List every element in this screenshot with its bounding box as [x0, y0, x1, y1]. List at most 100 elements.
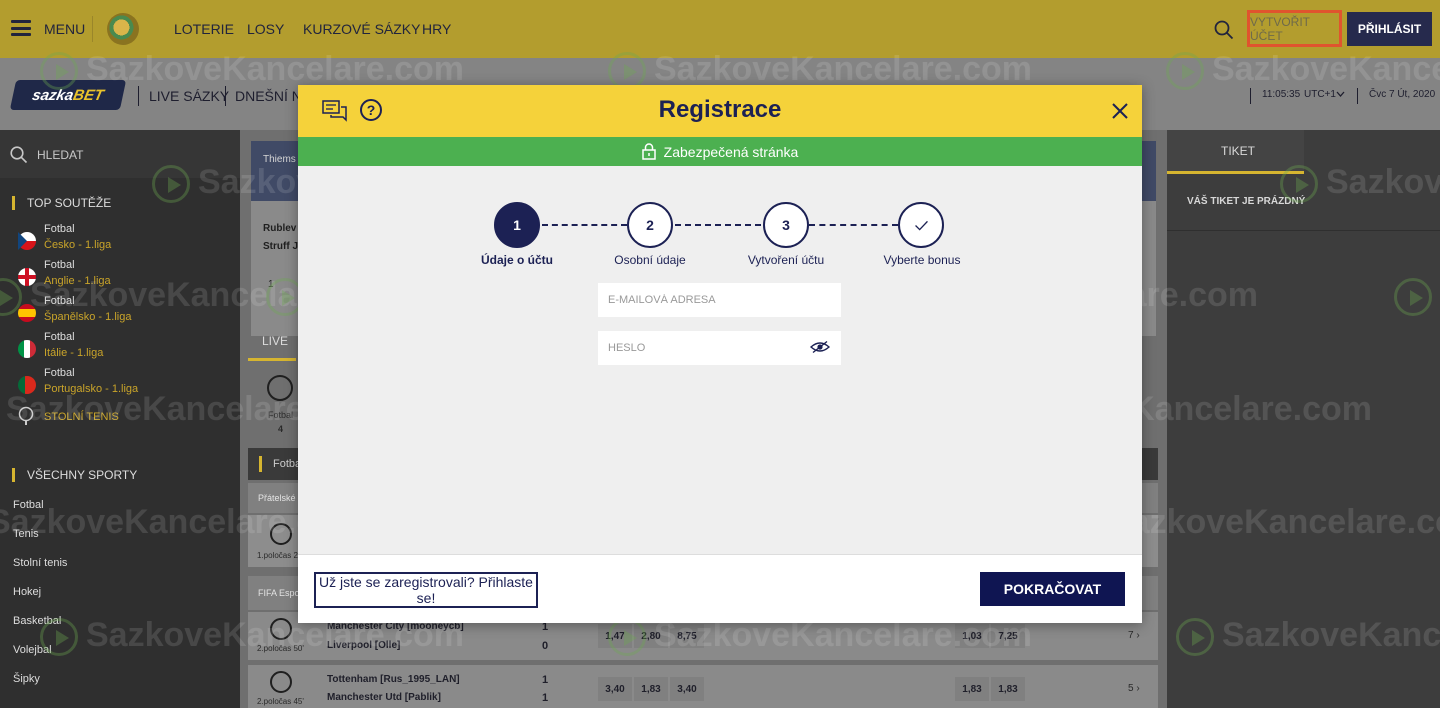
- odds-button[interactable]: 1,83: [991, 677, 1025, 701]
- more-markets-link[interactable]: 7 ›: [1128, 630, 1140, 641]
- sidebar: HLEDAT TOP SOUTĚŽE Fotbal Česko - 1.liga…: [0, 130, 240, 708]
- sazka-badge-logo-icon[interactable]: [107, 13, 139, 45]
- it-flag-icon: [18, 340, 36, 358]
- odds-button[interactable]: 8,75: [670, 624, 704, 648]
- sidebar-item-stolni-tenis[interactable]: STOLNÍ TENIS: [44, 411, 119, 423]
- logo-text-bet: BET: [71, 86, 106, 104]
- hamburger-menu-icon[interactable]: [11, 20, 31, 36]
- section-label: Fotba: [273, 458, 302, 470]
- timezone-select[interactable]: UTC+1: [1304, 89, 1336, 100]
- continue-button[interactable]: POKRAČOVAT: [980, 572, 1125, 606]
- modal-title: Registrace: [658, 96, 782, 123]
- chevron-down-icon[interactable]: [1336, 91, 1345, 97]
- odds-button[interactable]: 3,40: [670, 677, 704, 701]
- step-3: 3: [763, 202, 809, 248]
- match-period: 2.poločas 50': [257, 644, 304, 653]
- step-4-label: Vyberte bonus: [883, 253, 961, 267]
- league-name: Portugalsko - 1.liga: [44, 383, 139, 395]
- away-score: 0: [542, 640, 549, 652]
- sidebar-item-hokej[interactable]: Hokej: [13, 586, 41, 598]
- sidebar-search[interactable]: HLEDAT: [0, 130, 240, 178]
- league-sport: Fotbal: [44, 259, 75, 271]
- nav-loterie[interactable]: LOTERIE: [174, 21, 234, 37]
- odds-button[interactable]: 1,83: [955, 677, 989, 701]
- nav-kurzove-sazky[interactable]: KURZOVÉ SÁZKY: [303, 21, 420, 37]
- league-sport: Fotbal: [44, 331, 75, 343]
- step-connector: [542, 224, 627, 226]
- league-name: Itálie - 1.liga: [44, 347, 104, 359]
- away-score: 1: [542, 692, 549, 704]
- more-markets-link[interactable]: 5 ›: [1128, 683, 1140, 694]
- odds-button[interactable]: 1,03: [955, 624, 989, 648]
- league-sport: Fotbal: [44, 367, 75, 379]
- sport-tile-count: 4: [278, 424, 284, 434]
- group-label: FIFA Espo: [258, 588, 300, 598]
- top-bar: MENU LOTERIE LOSY KURZOVÉ SÁZKY HRY VYTV…: [0, 0, 1440, 58]
- sidebar-item-fotbal[interactable]: Fotbal: [13, 499, 44, 511]
- top-competitions-heading: TOP SOUTĚŽE: [12, 196, 111, 210]
- odds-button[interactable]: 2,80: [634, 624, 668, 648]
- table-row[interactable]: 2.poločas 45' Tottenham [Rus_1995_LAN] M…: [248, 665, 1158, 708]
- close-icon[interactable]: [1111, 102, 1129, 120]
- league-name: Česko - 1.liga: [44, 239, 112, 251]
- nav-losy[interactable]: LOSY: [247, 21, 284, 37]
- sidebar-item-basketbal[interactable]: Basketbal: [13, 615, 61, 627]
- step-3-label: Vytvoření účtu: [747, 253, 825, 267]
- odds-button[interactable]: 7,25: [991, 624, 1025, 648]
- menu-button[interactable]: MENU: [44, 21, 85, 37]
- odds-button[interactable]: 3,40: [598, 677, 632, 701]
- table-tennis-icon: [18, 406, 34, 425]
- cz-flag-icon: [18, 232, 36, 250]
- more-count: 7: [1128, 630, 1134, 641]
- sidebar-league-anglie[interactable]: Fotbal Anglie - 1.liga: [18, 259, 228, 295]
- link-live-sazky[interactable]: LIVE SÁZKY: [149, 88, 229, 104]
- tab-tiket[interactable]: TIKET: [1167, 130, 1304, 173]
- step-2: 2: [627, 202, 673, 248]
- password-field[interactable]: [598, 331, 841, 365]
- modal-footer: Už jste se zaregistrovali? Přihlaste se!…: [298, 554, 1142, 623]
- tab-indicator: [248, 358, 296, 361]
- modal-header: ? Registrace: [298, 85, 1142, 137]
- league-sport: Fotbal: [44, 223, 75, 235]
- sidebar-item-tenis[interactable]: Tenis: [13, 528, 39, 540]
- football-icon[interactable]: [267, 375, 293, 401]
- sidebar-league-spanelsko[interactable]: Fotbal Španělsko - 1.liga: [18, 295, 228, 331]
- step-2-label: Osobní údaje: [614, 253, 686, 267]
- tab-indicator: [1167, 171, 1304, 174]
- odds-button[interactable]: 1,47: [598, 624, 632, 648]
- odds-button[interactable]: 1,83: [634, 677, 668, 701]
- secure-page-banner: Zabezpečená stránka: [298, 137, 1142, 166]
- ticket-panel: TIKET VÁŠ TIKET JE PRÁZDNÝ: [1167, 130, 1440, 708]
- sidebar-league-portugalsko[interactable]: Fotbal Portugalsko - 1.liga: [18, 367, 228, 403]
- away-team: Liverpool [Olle]: [327, 640, 401, 651]
- divider: [225, 86, 226, 106]
- all-sports-heading: VŠECHNY SPORTY: [12, 468, 137, 482]
- clock-time: 11:05:35: [1262, 89, 1301, 100]
- already-registered-login-button[interactable]: Už jste se zaregistrovali? Přihlaste se!: [314, 572, 538, 608]
- home-team: Tottenham [Rus_1995_LAN]: [327, 674, 460, 685]
- sidebar-item-volejbal[interactable]: Volejbal: [13, 644, 52, 656]
- sidebar-item-stolni-tenis-all[interactable]: Stolní tenis: [13, 557, 67, 569]
- sidebar-item-sipky[interactable]: Šipky: [13, 673, 40, 685]
- search-label: HLEDAT: [37, 148, 84, 162]
- sazkabet-logo[interactable]: sazka BET: [9, 80, 127, 110]
- tab-live[interactable]: LIVE: [262, 334, 288, 348]
- login-button[interactable]: PŘIHLÁSIT: [1347, 12, 1432, 46]
- match-period: 2.poločas 45': [257, 697, 304, 706]
- home-score: 1: [542, 674, 549, 686]
- sport-tile-label: Fotbal: [268, 410, 294, 420]
- es-flag-icon: [18, 304, 36, 322]
- sidebar-league-italie[interactable]: Fotbal Itálie - 1.liga: [18, 331, 228, 367]
- league-sport: Fotbal: [44, 295, 75, 307]
- search-icon[interactable]: [1214, 20, 1234, 40]
- email-field[interactable]: [598, 283, 841, 317]
- hide-password-icon[interactable]: [810, 340, 830, 354]
- divider: [92, 16, 93, 42]
- divider: [138, 86, 139, 106]
- sidebar-league-cesko[interactable]: Fotbal Česko - 1.liga: [18, 223, 228, 259]
- create-account-button[interactable]: VYTVOŘIT ÚČET: [1247, 10, 1342, 47]
- card-number: 1: [268, 279, 274, 290]
- football-icon: [270, 523, 292, 545]
- ticket-tab-label: TIKET: [1221, 144, 1256, 158]
- nav-hry[interactable]: HRY: [422, 21, 451, 37]
